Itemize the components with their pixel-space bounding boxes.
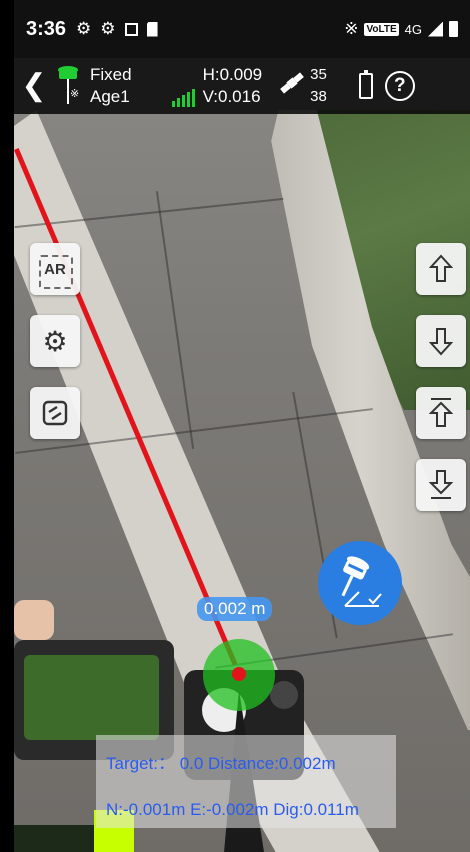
sim-icon <box>146 21 158 37</box>
image-icon <box>124 22 138 36</box>
stake-point-button[interactable] <box>318 541 402 625</box>
help-button[interactable]: ? <box>384 71 415 101</box>
arrow-down-icon <box>429 328 453 356</box>
back-button[interactable]: ❮ <box>14 58 54 114</box>
target-distance-text: Target:： 0.0 Distance:0.002m <box>106 754 336 773</box>
satellites-total: 38 <box>310 88 327 105</box>
v-precision: V:0.016 <box>202 87 261 106</box>
signal-4g-icon <box>428 21 443 37</box>
gear-icon: ⚙ <box>100 19 116 38</box>
satellites-used: 35 <box>310 66 327 83</box>
fix-status: Fixed <box>90 65 132 84</box>
h-precision: H:0.009 <box>202 65 263 84</box>
rtk-receiver-icon: ※ <box>54 64 84 108</box>
satellite-icon <box>278 69 306 104</box>
gnss-header: ❮ ※ Fixed Age1 H:0.009 V:0.016 35 38 ? <box>14 58 470 114</box>
arrow-up-icon <box>429 254 453 282</box>
battery-icon <box>449 21 458 37</box>
ar-toggle-button[interactable]: AR <box>30 243 80 295</box>
move-up-button[interactable] <box>416 243 466 295</box>
device-battery-icon <box>358 70 373 99</box>
gear-icon: ⚙ <box>42 325 68 357</box>
layer-icon <box>42 400 68 426</box>
volte-icon: VoLTE <box>364 22 399 36</box>
arrow-to-bottom-icon <box>429 470 453 499</box>
move-top-button[interactable] <box>416 387 466 439</box>
age-value: Age1 <box>90 87 130 106</box>
bluetooth-icon: ※ <box>344 19 359 38</box>
distance-label: 0.002 m <box>197 597 273 621</box>
rtk-rover-icon <box>341 556 382 607</box>
gear-icon: ⚙ <box>76 19 92 38</box>
stakeout-info-panel: Target:： 0.0 Distance:0.002m N:-0.001m E… <box>96 735 396 828</box>
layer-button[interactable] <box>30 387 80 439</box>
settings-button[interactable]: ⚙ <box>30 315 80 367</box>
ar-label: AR <box>39 254 73 289</box>
status-bar: 3:36 ⚙ ⚙ ※ VoLTE 4G <box>14 0 470 58</box>
svg-text:※: ※ <box>70 87 79 100</box>
move-down-button[interactable] <box>416 315 466 367</box>
move-bottom-button[interactable] <box>416 459 466 511</box>
arrow-to-top-icon <box>429 398 453 427</box>
status-time: 3:36 <box>26 17 67 40</box>
signal-strength-icon <box>171 85 195 107</box>
offset-text: N:-0.001m E:-0.002m Dig:0.011m <box>106 800 359 819</box>
network-type: 4G <box>404 21 422 37</box>
